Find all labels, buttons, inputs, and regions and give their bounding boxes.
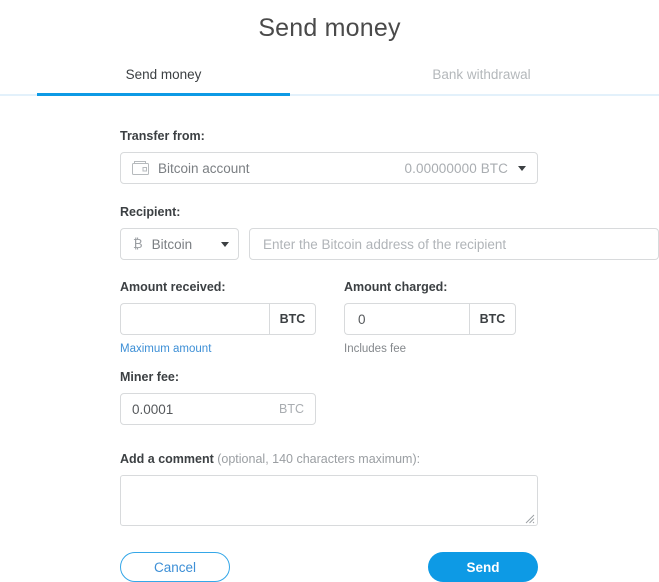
form-actions: Cancel Send bbox=[120, 552, 538, 582]
tab-bank-withdrawal[interactable]: Bank withdrawal bbox=[355, 67, 608, 96]
amount-received-input[interactable] bbox=[132, 310, 258, 328]
amount-received-group: Amount received: BTC Maximum amount bbox=[120, 280, 316, 356]
transfer-from-account-name: Bitcoin account bbox=[158, 160, 250, 176]
recipient-currency-select[interactable]: ₿ Bitcoin bbox=[120, 228, 239, 260]
wallet-icon bbox=[132, 161, 149, 175]
amount-charged-unit: BTC bbox=[469, 303, 516, 335]
includes-fee-note: Includes fee bbox=[344, 343, 407, 355]
comment-label-main: Add a comment bbox=[120, 452, 214, 466]
miner-fee-field[interactable]: 0.0001 BTC bbox=[120, 393, 316, 425]
amount-charged-input[interactable] bbox=[356, 310, 458, 328]
miner-fee-group: Miner fee: 0.0001 BTC bbox=[120, 370, 659, 425]
comment-box[interactable] bbox=[120, 475, 538, 526]
chevron-down-icon bbox=[221, 241, 229, 247]
miner-fee-value: 0.0001 bbox=[132, 401, 174, 417]
transfer-from-select[interactable]: Bitcoin account 0.00000000 BTC bbox=[120, 152, 538, 184]
miner-fee-unit: BTC bbox=[279, 402, 304, 416]
amount-received-unit: BTC bbox=[269, 303, 316, 335]
recipient-address-input[interactable] bbox=[261, 235, 647, 253]
tab-send-money[interactable]: Send money bbox=[37, 67, 290, 96]
bitcoin-icon: ₿ bbox=[133, 237, 143, 252]
comment-textarea[interactable] bbox=[121, 476, 537, 525]
tab-bar: Send money Bank withdrawal bbox=[0, 64, 659, 96]
transfer-from-group: Transfer from: Bitcoin account 0.0000000… bbox=[120, 129, 659, 184]
chevron-down-icon bbox=[518, 165, 526, 171]
recipient-group: Recipient: ₿ Bitcoin bbox=[120, 205, 659, 260]
transfer-from-label: Transfer from: bbox=[120, 129, 205, 143]
amount-received-input-wrapper[interactable] bbox=[120, 303, 269, 335]
maximum-amount-link[interactable]: Maximum amount bbox=[120, 342, 316, 356]
recipient-label: Recipient: bbox=[120, 205, 181, 219]
page-title: Send money bbox=[258, 14, 401, 42]
recipient-currency-value: Bitcoin bbox=[151, 236, 193, 252]
comment-label-note: (optional, 140 characters maximum): bbox=[213, 452, 421, 466]
recipient-address-wrapper[interactable] bbox=[249, 228, 659, 260]
send-button[interactable]: Send bbox=[428, 552, 538, 582]
amount-received-label: Amount received: bbox=[120, 280, 226, 294]
amount-row: Amount received: BTC Maximum amount Amou… bbox=[120, 280, 659, 356]
transfer-from-balance: 0.00000000 BTC bbox=[404, 160, 508, 176]
send-money-form: Transfer from: Bitcoin account 0.0000000… bbox=[0, 129, 659, 582]
amount-charged-group: Amount charged: BTC Includes fee bbox=[344, 280, 516, 356]
cancel-button[interactable]: Cancel bbox=[120, 552, 230, 582]
comment-label: Add a comment (optional, 140 characters … bbox=[120, 452, 659, 467]
comment-group: Add a comment (optional, 140 characters … bbox=[120, 452, 659, 526]
recipient-row: ₿ Bitcoin bbox=[120, 228, 659, 260]
amount-received-field: BTC bbox=[120, 303, 316, 335]
amount-charged-input-wrapper[interactable] bbox=[344, 303, 469, 335]
amount-charged-label: Amount charged: bbox=[344, 280, 448, 294]
miner-fee-label: Miner fee: bbox=[120, 370, 180, 384]
amount-charged-field: BTC bbox=[344, 303, 516, 335]
